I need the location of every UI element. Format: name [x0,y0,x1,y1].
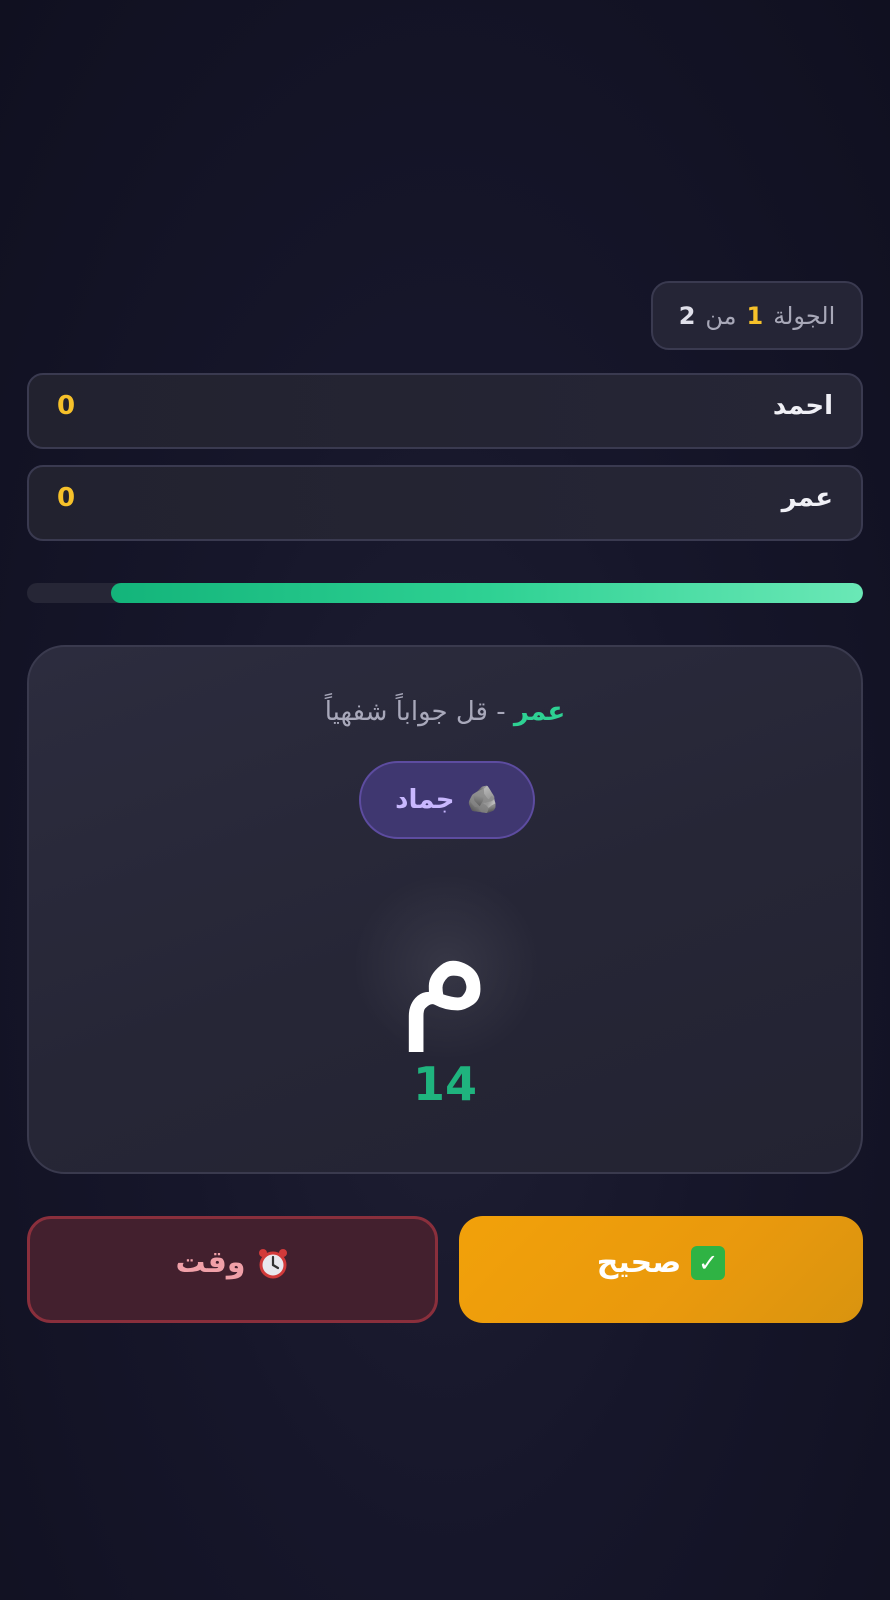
rock-icon: 🪨 [466,785,499,815]
timeout-button[interactable]: وقت [27,1216,438,1323]
round-current: 1 [746,301,764,330]
game-screen: الجولة 1 من 2 احمد 0 عمر 0 عمر - قل جواب… [0,0,890,1600]
countdown-seconds: 14 [412,1057,477,1111]
timeout-button-label: وقت [175,1245,246,1280]
correct-button[interactable]: ✓ صحيح [459,1216,863,1323]
active-player-name: عمر [513,697,566,727]
player-score: 0 [57,391,76,421]
timer-progress-fill [110,583,863,603]
player-score: 0 [57,483,76,513]
player-row: عمر 0 [27,465,863,541]
question-card: عمر - قل جواباً شفهياً 🪨 جماد م 14 [27,645,863,1174]
player-row: احمد 0 [27,373,863,449]
turn-instruction: - قل جواباً شفهياً [324,697,514,727]
correct-button-label: صحيح [596,1245,682,1280]
target-letter: م [398,878,492,1052]
check-mark-icon: ✓ [691,1245,726,1280]
category-label: جماد [395,785,455,815]
round-of-word: من [705,301,737,330]
round-total: 2 [678,301,696,330]
alarm-clock-icon [256,1246,290,1280]
category-badge: 🪨 جماد [359,761,535,839]
round-label: الجولة [773,301,836,330]
round-indicator: الجولة 1 من 2 [651,281,863,350]
turn-prompt: عمر - قل جواباً شفهياً [29,697,861,727]
player-name: عمر [781,483,833,513]
timer-progress-track [27,583,863,603]
player-name: احمد [772,391,833,421]
